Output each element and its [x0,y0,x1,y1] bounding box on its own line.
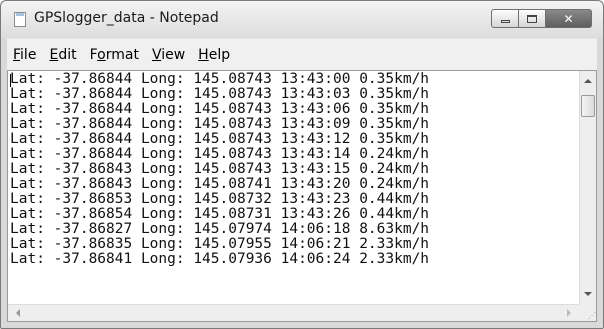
window-title: GPSlogger_data - Notepad [34,10,219,26]
text-line: Lat: -37.86844 Long: 145.08743 13:43:12 … [10,131,430,147]
scroll-up-arrow-icon[interactable] [584,79,592,83]
minimize-icon [500,20,510,23]
scroll-left-arrow-icon[interactable] [16,309,20,317]
text-area[interactable]: Lat: -37.86844 Long: 145.08743 13:43:00 … [8,71,579,304]
title-bar[interactable]: GPSlogger_data - Notepad ✕ [1,1,603,38]
vertical-scroll-thumb[interactable] [581,95,595,117]
menu-file[interactable]: File [7,47,42,63]
resize-grip-icon[interactable]: ⋰ [579,304,596,321]
text-line: Lat: -37.86844 Long: 145.08743 13:43:00 … [10,71,430,87]
menu-help[interactable]: Help [192,47,236,63]
text-line: Lat: -37.86844 Long: 145.08743 13:43:14 … [10,146,430,162]
text-line: Lat: -37.86844 Long: 145.08743 13:43:09 … [10,116,430,132]
maximize-button[interactable] [519,9,546,28]
menu-view[interactable]: View [146,47,191,63]
notepad-icon[interactable] [14,12,26,27]
close-icon: ✕ [563,11,574,26]
text-line: Lat: -37.86843 Long: 145.08743 13:43:15 … [10,161,430,177]
maximize-icon [527,14,537,23]
text-editor[interactable]: Lat: -37.86844 Long: 145.08743 13:43:00 … [7,70,597,322]
menu-format[interactable]: Format [84,47,145,63]
text-line: Lat: -37.86844 Long: 145.08743 13:43:03 … [10,86,430,102]
vertical-scrollbar[interactable] [579,71,596,304]
text-line: Lat: -37.86843 Long: 145.08741 13:43:20 … [10,176,430,192]
notepad-window: GPSlogger_data - Notepad ✕ File Edit For… [0,0,604,329]
text-line: Lat: -37.86835 Long: 145.07955 14:06:21 … [10,236,430,252]
close-button[interactable]: ✕ [546,9,592,28]
menu-edit[interactable]: Edit [43,47,82,63]
text-line: Lat: -37.86827 Long: 145.07974 14:06:18 … [10,221,430,237]
window-controls: ✕ [491,9,592,29]
menu-bar: File Edit Format View Help [7,38,597,71]
text-line: Lat: -37.86841 Long: 145.07936 14:06:24 … [10,251,430,267]
horizontal-scrollbar[interactable] [8,304,579,321]
text-line: Lat: -37.86853 Long: 145.08732 13:43:23 … [10,191,430,207]
scroll-right-arrow-icon[interactable] [567,309,571,317]
text-caret [10,74,11,87]
text-line: Lat: -37.86854 Long: 145.08731 13:43:26 … [10,206,430,222]
text-line: Lat: -37.86844 Long: 145.08743 13:43:06 … [10,101,430,117]
minimize-button[interactable] [491,9,519,28]
scroll-down-arrow-icon[interactable] [584,292,592,296]
